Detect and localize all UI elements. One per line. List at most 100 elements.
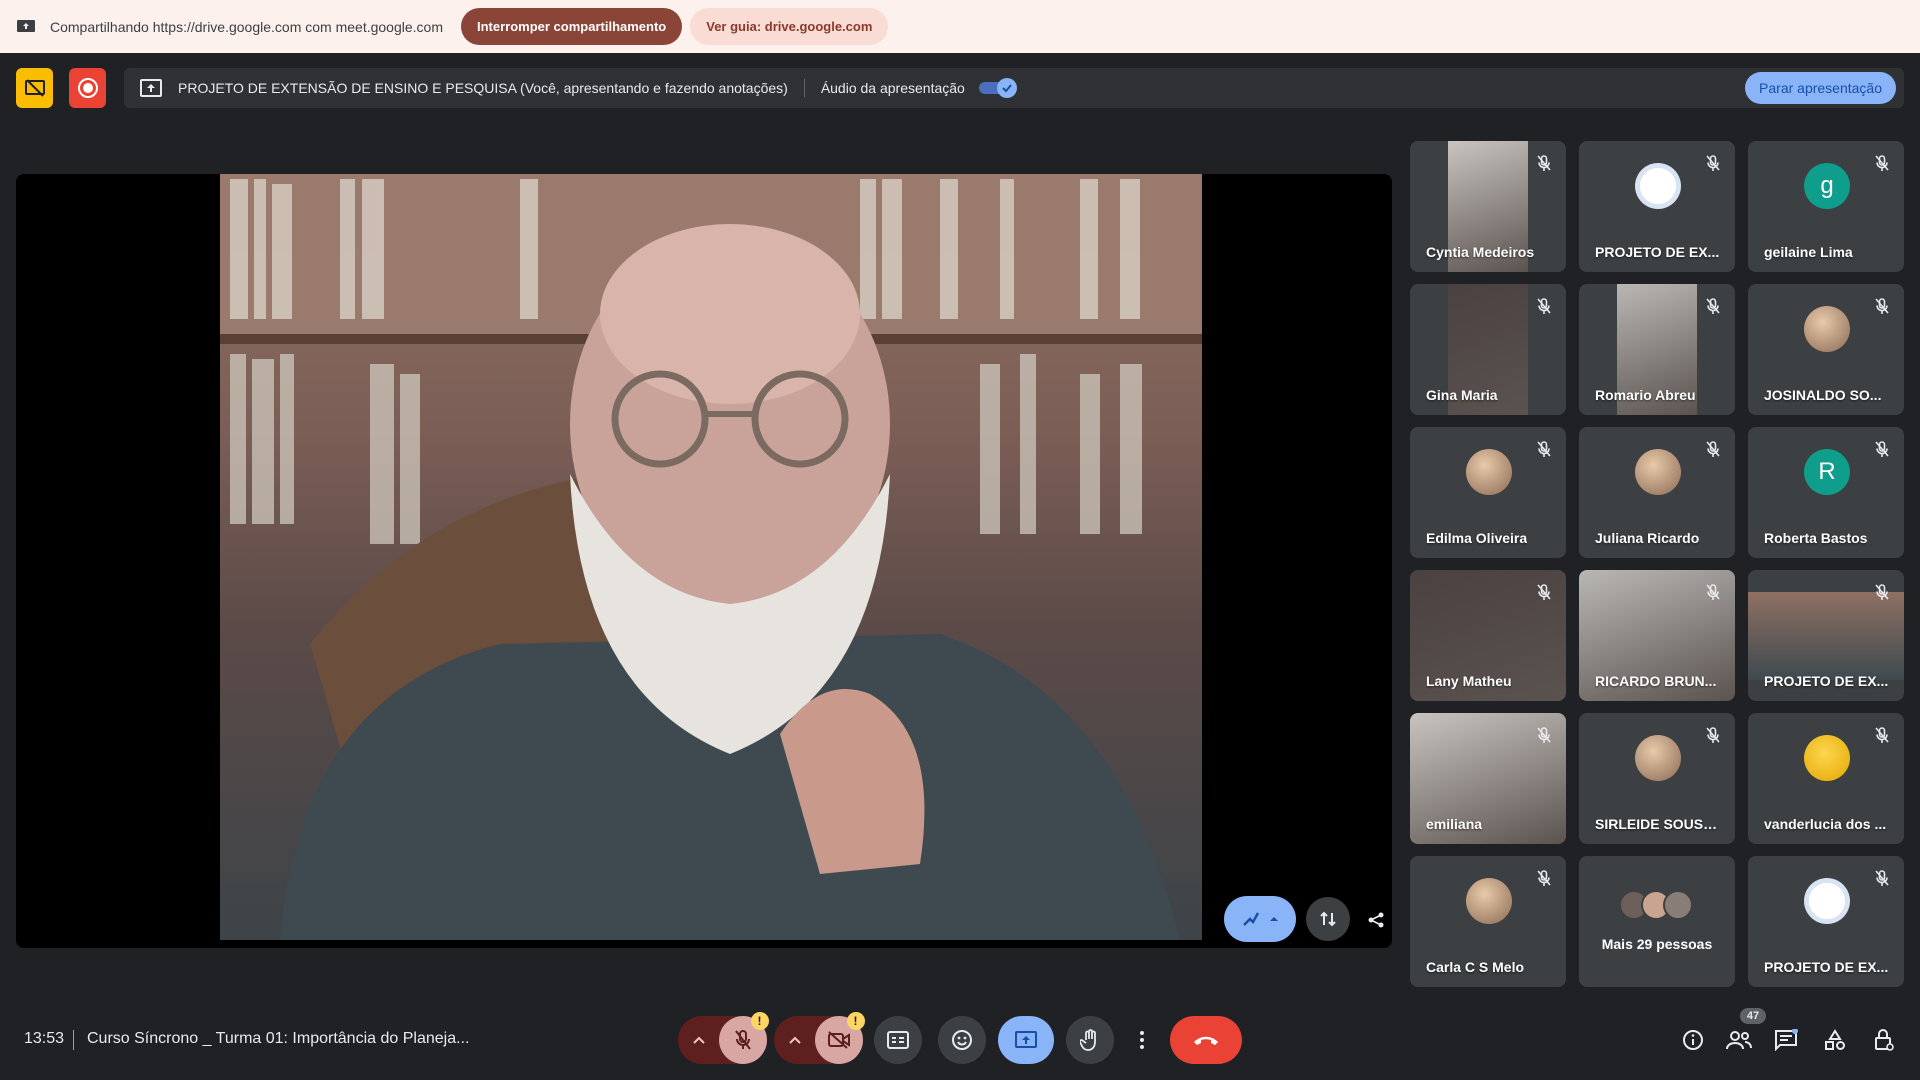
stop-presentation-button[interactable]: Parar apresentação [1745, 72, 1896, 104]
participant-name: Gina Maria [1426, 387, 1498, 403]
participant-name: Carla C S Melo [1426, 959, 1525, 975]
participant-name: vanderlucia dos ... [1764, 816, 1887, 832]
participant-name: PROJETO DE EX... [1764, 673, 1889, 689]
mic-off-icon [1875, 870, 1889, 886]
video-image [220, 174, 1202, 940]
present-icon [140, 79, 162, 97]
participant-tile[interactable]: Lany Matheu [1410, 570, 1566, 701]
participant-name: geilaine Lima [1764, 244, 1853, 260]
participant-name: Juliana Ricardo [1595, 530, 1700, 546]
participant-tile[interactable]: g geilaine Lima [1748, 141, 1904, 272]
chevron-up-icon [692, 1036, 705, 1044]
more-participants-tile[interactable]: Mais 29 pessoas [1579, 856, 1735, 987]
annotation-tool-button[interactable] [1224, 896, 1296, 942]
more-options-button[interactable] [1130, 1016, 1154, 1064]
share-icon [1368, 912, 1384, 928]
divider [803, 79, 805, 97]
swap-icon [1320, 911, 1336, 927]
participant-tile[interactable]: PROJETO DE EX... [1579, 141, 1735, 272]
participant-name: Lany Matheu [1426, 673, 1512, 689]
raise-hand-button[interactable] [1066, 1016, 1114, 1064]
mic-toggle-button[interactable]: ! [718, 1012, 769, 1064]
participant-tile[interactable]: RICARDO BRUN... [1579, 570, 1735, 701]
avatar: g [1804, 163, 1850, 209]
clock: 13:53 [24, 1030, 65, 1047]
participant-name: SIRLEIDE SOUSA ... [1595, 816, 1725, 832]
avatar: R [1804, 449, 1850, 495]
camera-options-button[interactable] [775, 1016, 815, 1064]
meeting-details-button[interactable] [1677, 1024, 1709, 1056]
more-options-icon [1140, 1031, 1144, 1049]
participant-tile[interactable]: Juliana Ricardo [1579, 427, 1735, 558]
camera-off-icon [827, 1031, 850, 1049]
people-button[interactable] [1723, 1024, 1755, 1056]
mic-off-icon [1537, 727, 1551, 743]
project-logo [1635, 163, 1681, 209]
participant-grid: Cyntia Medeiros PROJETO DE EX... g geilaine… [1410, 141, 1904, 987]
mic-off-icon [1875, 155, 1889, 171]
presentation-audio-toggle[interactable] [978, 78, 1017, 98]
present-screen-icon [1015, 1031, 1037, 1048]
raise-hand-icon [1080, 1029, 1096, 1051]
participant-tile[interactable]: Romario Abreu [1579, 284, 1735, 415]
sharing-text: Compartilhando https://drive.google.com … [50, 18, 443, 35]
mic-off-icon [1537, 870, 1551, 886]
mic-off-icon [1875, 727, 1889, 743]
mic-off-icon [1875, 441, 1889, 457]
check-icon [1002, 84, 1012, 93]
avatar [1466, 449, 1512, 495]
avatar [1635, 735, 1681, 781]
people-icon [1726, 1031, 1752, 1050]
swap-button[interactable] [1306, 897, 1350, 941]
chat-icon [1775, 1029, 1798, 1051]
chat-button[interactable] [1770, 1024, 1802, 1056]
stop-sharing-button[interactable]: Interromper compartilhamento [460, 8, 683, 45]
presentation-title: PROJETO DE EXTENSÃO DE ENSINO E PESQUISA… [178, 80, 788, 96]
participant-tile[interactable]: Edilma Oliveira [1410, 427, 1566, 558]
activities-button[interactable] [1819, 1024, 1851, 1056]
participant-tile[interactable]: JOSINALDO SO... [1748, 284, 1904, 415]
captions-icon [887, 1031, 909, 1049]
avatar [1804, 306, 1850, 352]
participant-tile[interactable]: Carla C S Melo [1410, 856, 1566, 987]
participant-tile[interactable]: Cyntia Medeiros [1410, 141, 1566, 272]
divider [73, 1030, 74, 1050]
camera-toggle-button[interactable]: ! [814, 1012, 865, 1064]
people-count-badge: 47 [1740, 1008, 1766, 1024]
participant-video [1748, 592, 1904, 680]
camera-control-group: ! [774, 1012, 865, 1064]
info-icon [1683, 1030, 1703, 1050]
avatar-stack [1619, 890, 1693, 920]
meeting-title: Curso Síncrono _ Turma 01: Importância d… [87, 1030, 470, 1047]
participant-name: PROJETO DE EX... [1764, 959, 1889, 975]
participant-tile[interactable]: emiliana [1410, 713, 1566, 844]
presentation-audio-label: Áudio da apresentação [820, 80, 965, 96]
mic-off-icon [1706, 727, 1720, 743]
magic-pen-icon [1243, 912, 1278, 926]
end-call-icon [1194, 1036, 1218, 1045]
stop-presenting-icon-button[interactable] [16, 68, 53, 108]
participant-tile[interactable]: R Roberta Bastos [1748, 427, 1904, 558]
participant-name: Roberta Bastos [1764, 530, 1868, 546]
participant-tile[interactable]: PROJETO DE EX... [1748, 856, 1904, 987]
present-now-button[interactable] [998, 1016, 1054, 1064]
view-tab-button[interactable]: Ver guia: drive.google.com [690, 8, 889, 45]
record-button[interactable] [69, 68, 106, 108]
participant-tile[interactable]: vanderlucia dos ... [1748, 713, 1904, 844]
leave-call-button[interactable] [1170, 1016, 1242, 1064]
share-button[interactable] [1358, 902, 1392, 938]
emoji-reactions-button[interactable] [938, 1016, 986, 1064]
mic-off-icon [1875, 298, 1889, 314]
host-controls-button[interactable] [1868, 1024, 1900, 1056]
emoji-icon [952, 1030, 972, 1050]
participant-tile[interactable]: Gina Maria [1410, 284, 1566, 415]
mic-options-button[interactable] [679, 1016, 719, 1064]
screen-share-icon [17, 19, 35, 32]
participant-tile[interactable]: SIRLEIDE SOUSA ... [1579, 713, 1735, 844]
participant-name: Edilma Oliveira [1426, 530, 1528, 546]
project-logo [1804, 878, 1850, 924]
captions-button[interactable] [874, 1016, 922, 1064]
presentation-bar: PROJETO DE EXTENSÃO DE ENSINO E PESQUISA… [124, 68, 1904, 108]
avatar [1804, 735, 1850, 781]
participant-tile[interactable]: PROJETO DE EX... [1748, 570, 1904, 701]
